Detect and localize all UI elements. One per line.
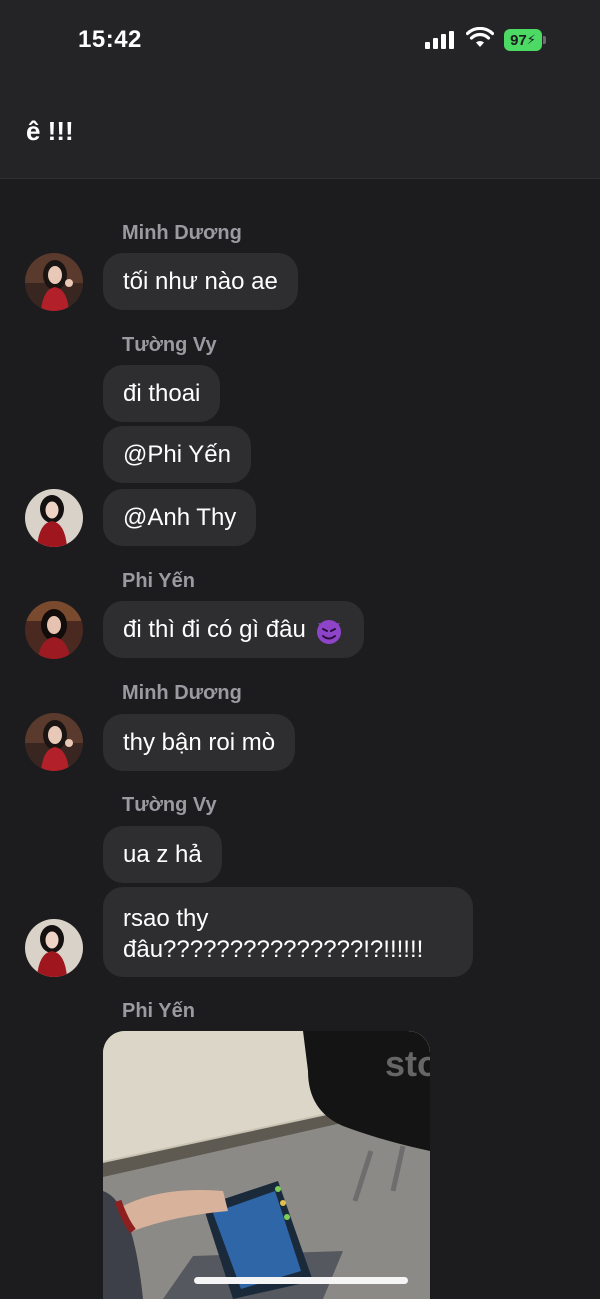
battery-level: 97: [510, 31, 527, 49]
sender-name: Tường Vy: [122, 794, 217, 816]
photo-watermark: story: [385, 1043, 430, 1084]
chat-title[interactable]: ê !!!: [26, 116, 74, 147]
avatar-minh-duong[interactable]: [25, 253, 83, 311]
avatar-phi-yen[interactable]: [25, 601, 83, 659]
message-bubble[interactable]: rsao thy đâu???????????????!?!!!!!!: [103, 887, 473, 977]
message-bubble[interactable]: thy bận roi mò: [103, 714, 296, 771]
status-time: 15:42: [78, 26, 142, 53]
sender-name: Phi Yến: [122, 570, 195, 592]
sender-name: Minh Dương: [122, 682, 242, 704]
avatar-tuong-vy[interactable]: [25, 919, 83, 977]
sender-name: Minh Dương: [122, 222, 242, 244]
avatar-tuong-vy[interactable]: [25, 489, 83, 547]
message-text: đi thì đi có gì đâu: [123, 615, 306, 643]
battery-nub: [543, 36, 546, 44]
avatar-minh-duong[interactable]: [25, 713, 83, 771]
message-bubble[interactable]: ua z hả: [103, 826, 222, 883]
sender-name: Tường Vy: [122, 334, 217, 356]
home-indicator[interactable]: [194, 1277, 408, 1284]
devil-icon: [316, 619, 341, 644]
message-bubble[interactable]: đi thoai: [103, 365, 221, 422]
sender-name: Phi Yến: [122, 1000, 195, 1022]
message-bubble[interactable]: đi thì đi có gì đâu: [103, 601, 364, 658]
wifi-icon: [466, 27, 494, 47]
photo-attachment[interactable]: story: [103, 1031, 430, 1299]
message-bubble[interactable]: @Anh Thy: [103, 489, 257, 546]
message-bubble[interactable]: @Phi Yến: [103, 426, 251, 483]
battery-icon: 97 ⚡: [504, 29, 542, 51]
chat-header: [0, 80, 600, 179]
cellular-signal-icon: [425, 31, 454, 49]
message-bubble[interactable]: tối như nào ae: [103, 253, 298, 310]
